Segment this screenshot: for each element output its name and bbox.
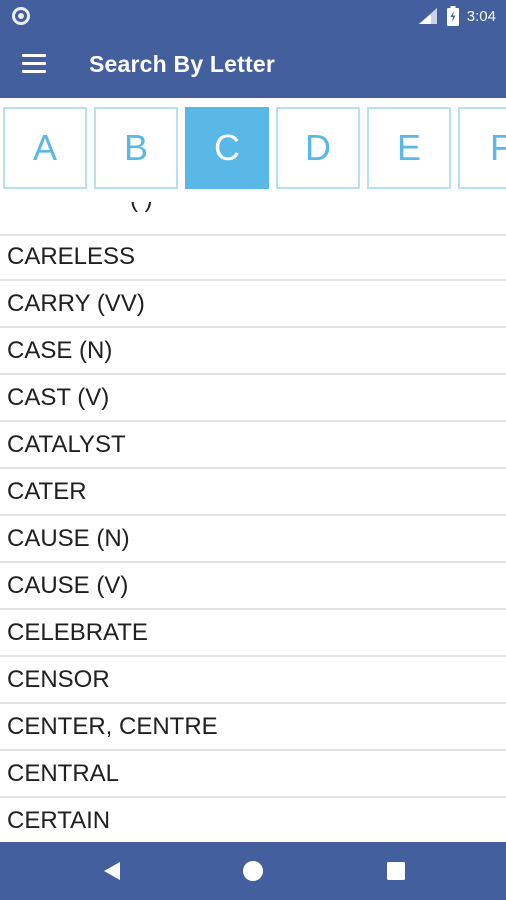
menu-icon[interactable] <box>22 54 46 74</box>
letter-tab-c[interactable]: C <box>185 107 269 189</box>
list-item[interactable]: CENTRAL <box>0 751 506 798</box>
list-item[interactable]: CERTAIN <box>0 798 506 842</box>
recents-square-icon <box>387 862 405 880</box>
app-bar: Search By Letter <box>0 32 506 98</box>
list-item-partial[interactable]: ( ) <box>0 202 506 236</box>
list-item[interactable]: CARELESS <box>0 234 506 281</box>
letter-tab-a[interactable]: A <box>3 107 87 189</box>
list-item[interactable]: CELEBRATE <box>0 610 506 657</box>
list-item[interactable]: CAST (V) <box>0 375 506 422</box>
letter-tab-d[interactable]: D <box>276 107 360 189</box>
list-item[interactable]: CAUSE (N) <box>0 516 506 563</box>
list-item[interactable]: CENSOR <box>0 657 506 704</box>
list-item[interactable]: CAUSE (V) <box>0 563 506 610</box>
partial-row-text: ( ) <box>130 202 153 214</box>
back-button[interactable] <box>72 842 152 900</box>
status-bar: 3:04 <box>0 0 506 32</box>
letter-tab-f[interactable]: F <box>458 107 506 189</box>
word-list[interactable]: ( ) CARELESS CARRY (VV) CASE (N) CAST (V… <box>0 202 506 842</box>
system-nav-bar <box>0 842 506 900</box>
list-item[interactable]: CENTER, CENTRE <box>0 704 506 751</box>
recents-button[interactable] <box>356 842 436 900</box>
app-screen: 3:04 Search By Letter A B C D E F ( ) CA… <box>0 0 506 900</box>
status-time: 3:04 <box>466 7 496 25</box>
list-item[interactable]: CASE (N) <box>0 328 506 375</box>
list-item[interactable]: CATER <box>0 469 506 516</box>
page-title: Search By Letter <box>89 51 275 77</box>
home-button[interactable] <box>213 842 293 900</box>
list-item[interactable]: CATALYST <box>0 422 506 469</box>
letter-tab-strip[interactable]: A B C D E F <box>0 98 506 202</box>
notification-dot-icon <box>12 7 30 25</box>
letter-tab-b[interactable]: B <box>94 107 178 189</box>
status-icons: 3:04 <box>417 0 496 32</box>
signal-icon <box>417 7 439 25</box>
battery-icon <box>446 6 459 26</box>
home-circle-icon <box>243 861 263 881</box>
list-item[interactable]: CARRY (VV) <box>0 281 506 328</box>
letter-tab-e[interactable]: E <box>367 107 451 189</box>
back-triangle-icon <box>104 862 120 880</box>
